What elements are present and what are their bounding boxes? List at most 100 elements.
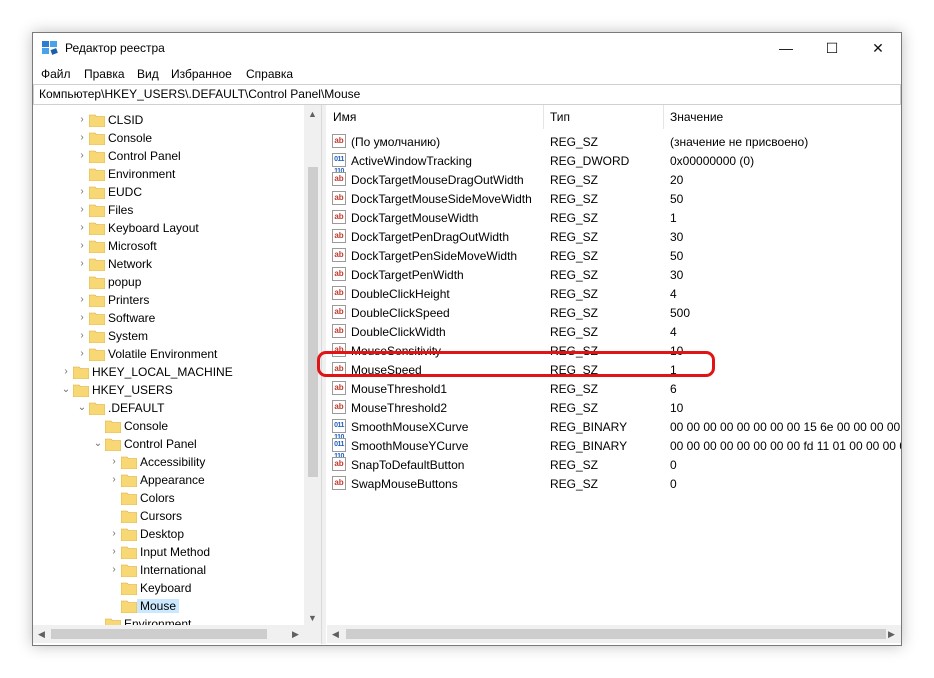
chevron-right-icon[interactable]: › xyxy=(77,349,87,359)
chevron-down-icon[interactable]: ⌄ xyxy=(77,403,87,413)
close-button[interactable]: ✕ xyxy=(855,33,901,63)
column-data[interactable]: Значение xyxy=(664,105,900,129)
value-data: 0 xyxy=(670,477,677,491)
tree-item[interactable]: Colors xyxy=(33,489,303,507)
value-row[interactable]: ab MouseThreshold2 REG_SZ 10 xyxy=(327,398,901,417)
value-row[interactable]: 011 110 SmoothMouseYCurve REG_BINARY 00 00 … xyxy=(327,436,901,460)
value-row[interactable]: ab DockTargetPenSideMoveWidth REG_SZ 50 xyxy=(327,246,901,265)
chevron-right-icon[interactable]: › xyxy=(77,295,87,305)
chevron-right-icon[interactable]: › xyxy=(77,205,87,215)
chevron-right-icon[interactable]: › xyxy=(109,565,119,575)
tree-item-label: Console xyxy=(108,131,153,145)
chevron-right-icon[interactable]: › xyxy=(77,313,87,323)
menu-file[interactable]: Файл xyxy=(41,67,71,81)
tree-item[interactable]: › Console xyxy=(33,129,303,147)
maximize-button[interactable]: ☐ xyxy=(809,33,855,63)
tree-item[interactable]: › HKEY_LOCAL_MACHINE xyxy=(33,363,303,381)
tree-item[interactable]: › Volatile Environment xyxy=(33,345,303,363)
menu-favorites[interactable]: Избранное xyxy=(171,67,232,81)
folder-icon xyxy=(121,474,137,487)
value-row[interactable]: ab DoubleClickSpeed REG_SZ 500 xyxy=(327,303,901,322)
chevron-right-icon[interactable]: › xyxy=(77,241,87,251)
chevron-right-icon[interactable]: › xyxy=(77,223,87,233)
tree-scroll-thumb[interactable] xyxy=(308,167,318,477)
tree-item-label: Cursors xyxy=(140,509,183,523)
tree-item[interactable]: › Microsoft xyxy=(33,237,303,255)
chevron-right-icon[interactable]: › xyxy=(109,529,119,539)
tree-item[interactable]: ⌄ .DEFAULT xyxy=(33,399,303,417)
column-type[interactable]: Тип xyxy=(544,105,664,129)
tree-item[interactable]: › Accessibility xyxy=(33,453,303,471)
address-bar[interactable]: Компьютер\HKEY_USERS\.DEFAULT\Control Pa… xyxy=(33,84,901,105)
menu-view[interactable]: Вид xyxy=(137,67,159,81)
menu-edit[interactable]: Правка xyxy=(84,67,125,81)
chevron-right-icon[interactable]: › xyxy=(109,457,119,467)
list-hscroll-thumb[interactable] xyxy=(346,629,886,639)
value-row[interactable]: ab (По умолчанию) REG_SZ (значение не присв… xyxy=(327,132,901,151)
chevron-right-icon[interactable]: › xyxy=(77,151,87,161)
chevron-down-icon[interactable]: ⌄ xyxy=(61,385,71,395)
value-row[interactable]: ab DoubleClickHeight REG_SZ 4 xyxy=(327,284,901,303)
chevron-down-icon[interactable]: ⌄ xyxy=(93,439,103,449)
chevron-right-icon[interactable]: › xyxy=(109,547,119,557)
tree-item[interactable]: › Files xyxy=(33,201,303,219)
tree-item[interactable]: › Desktop xyxy=(33,525,303,543)
value-row[interactable]: 011 110 ActiveWindowTracking REG_DWORD 0x00… xyxy=(327,151,901,175)
value-row[interactable]: ab DoubleClickWidth REG_SZ 4 xyxy=(327,322,901,341)
scroll-up-icon[interactable]: ▲ xyxy=(308,109,317,119)
tree-item[interactable]: › Software xyxy=(33,309,303,327)
scroll-right-icon[interactable]: ▶ xyxy=(292,629,299,640)
value-row[interactable]: 011 110 SmoothMouseXCurve REG_BINARY 00 00 … xyxy=(327,417,901,441)
tree-item[interactable]: › EUDC xyxy=(33,183,303,201)
minimize-button[interactable]: — xyxy=(763,33,809,63)
close-icon: ✕ xyxy=(872,39,884,56)
value-row[interactable]: ab DockTargetMouseWidth REG_SZ 1 xyxy=(327,208,901,227)
tree-item[interactable]: Console xyxy=(33,417,303,435)
list-scroll-right-icon[interactable]: ▶ xyxy=(888,629,895,640)
tree-item[interactable]: ⌄ HKEY_USERS xyxy=(33,381,303,399)
folder-icon xyxy=(89,312,105,325)
tree-item[interactable]: › Network xyxy=(33,255,303,273)
tree-item[interactable]: › Control Panel xyxy=(33,147,303,165)
tree-item[interactable]: ⌄ Control Panel xyxy=(33,435,303,453)
tree-item[interactable]: Mouse xyxy=(33,597,303,615)
tree-item[interactable]: popup xyxy=(33,273,303,291)
value-row[interactable]: ab DockTargetMouseDragOutWidth REG_SZ 20 xyxy=(327,170,901,189)
value-row[interactable]: ab MouseThreshold1 REG_SZ 6 xyxy=(327,379,901,398)
tree-hscroll-thumb[interactable] xyxy=(51,629,267,639)
chevron-right-icon[interactable]: › xyxy=(109,475,119,485)
scroll-down-icon[interactable]: ▼ xyxy=(308,613,317,623)
scroll-left-icon[interactable]: ◀ xyxy=(38,629,45,640)
tree-item[interactable]: › Printers xyxy=(33,291,303,309)
list-scroll-left-icon[interactable]: ◀ xyxy=(332,629,339,640)
value-row[interactable]: ab SnapToDefaultButton REG_SZ 0 xyxy=(327,455,901,474)
column-name[interactable]: Имя xyxy=(327,105,544,129)
tree-item[interactable]: Cursors xyxy=(33,507,303,525)
chevron-right-icon[interactable]: › xyxy=(77,133,87,143)
key-tree[interactable]: › CLSID › Console › Control Panel Environment ›… xyxy=(33,105,321,644)
folder-icon xyxy=(105,438,121,451)
value-row[interactable]: ab DockTargetPenWidth REG_SZ 30 xyxy=(327,265,901,284)
tree-item[interactable]: › CLSID xyxy=(33,111,303,129)
tree-item[interactable]: Environment xyxy=(33,165,303,183)
value-row[interactable]: ab SwapMouseButtons REG_SZ 0 xyxy=(327,474,901,493)
chevron-right-icon[interactable]: › xyxy=(77,187,87,197)
value-row[interactable]: ab DockTargetPenDragOutWidth REG_SZ 30 xyxy=(327,227,901,246)
chevron-right-icon[interactable]: › xyxy=(77,115,87,125)
value-type: REG_SZ xyxy=(550,135,599,149)
title-bar[interactable]: Редактор реестра — ☐ ✕ xyxy=(33,33,901,63)
tree-item[interactable]: › System xyxy=(33,327,303,345)
address-path[interactable]: Компьютер\HKEY_USERS\.DEFAULT\Control Pa… xyxy=(39,87,360,101)
chevron-right-icon[interactable]: › xyxy=(61,367,71,377)
tree-item[interactable]: › Appearance xyxy=(33,471,303,489)
value-row[interactable]: ab DockTargetMouseSideMoveWidth REG_SZ 50 xyxy=(327,189,901,208)
tree-item[interactable]: › Input Method xyxy=(33,543,303,561)
tree-item[interactable]: › International xyxy=(33,561,303,579)
menu-help[interactable]: Справка xyxy=(246,67,293,81)
tree-item[interactable]: › Keyboard Layout xyxy=(33,219,303,237)
tree-item[interactable]: Keyboard xyxy=(33,579,303,597)
value-type: REG_SZ xyxy=(550,306,599,320)
folder-icon xyxy=(121,528,137,541)
chevron-right-icon[interactable]: › xyxy=(77,259,87,269)
chevron-right-icon[interactable]: › xyxy=(77,331,87,341)
